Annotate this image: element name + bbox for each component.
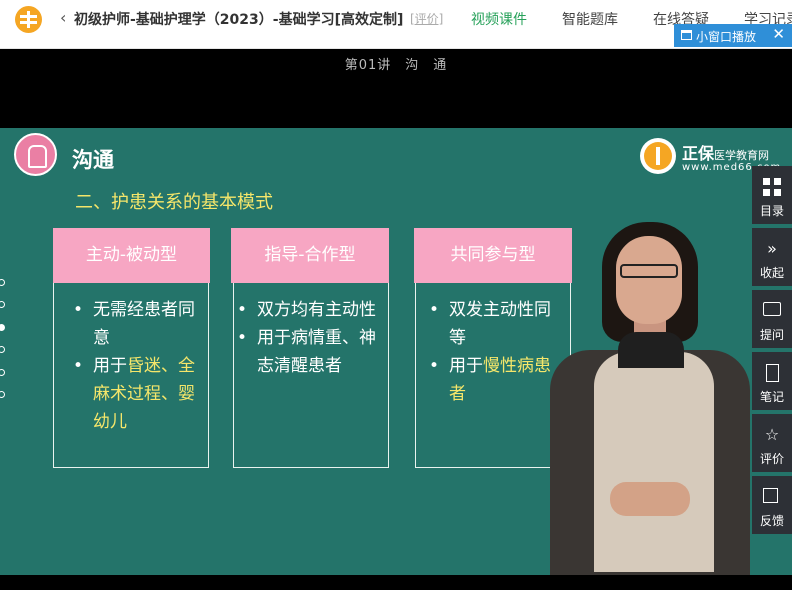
sidebar-label: 提问 (759, 328, 784, 342)
chat-icon (763, 302, 781, 316)
sidebar-feedback-button[interactable]: 反馈 (752, 476, 792, 534)
edge-tool-icon[interactable] (0, 346, 5, 353)
lecturer-glasses (620, 264, 678, 278)
bullet-item: • 无需经患者同意 (73, 300, 195, 348)
sidebar-collapse-button[interactable]: » 收起 (752, 228, 792, 286)
lecturer-face (616, 236, 682, 324)
edge-tool-icon[interactable] (0, 324, 5, 331)
sidebar-label: 收起 (759, 266, 784, 280)
rate-course-link[interactable]: [评价] (410, 10, 443, 27)
slide-subheading: 二、护患关系的基本模式 (75, 192, 273, 213)
model-card-bullets: • 双方均有主动性 • 用于病情重、神志清醒患者 (237, 296, 387, 380)
edge-tool-icon[interactable] (0, 391, 5, 398)
sidebar-label: 笔记 (759, 390, 784, 404)
sidebar-notes-button[interactable]: 笔记 (752, 352, 792, 410)
back-chevron-icon[interactable]: ‹ (60, 8, 66, 27)
model-card-bullets: • 无需经患者同意 • 用于昏迷、全麻术过程、婴幼儿 (73, 296, 201, 436)
mini-window-play-button[interactable]: 小窗口播放 ✕ (674, 24, 792, 47)
star-icon: ☆ (764, 425, 780, 444)
course-title: 初级护师-基础护理学（2023）-基础学习[高效定制] (74, 12, 404, 28)
close-icon[interactable]: ✕ (772, 25, 785, 43)
bullet-item: • 双方均有主动性 (237, 300, 376, 320)
lecturer-vest (594, 352, 714, 572)
sidebar-label: 评价 (759, 452, 784, 466)
slide-heading: 沟通 (72, 148, 114, 172)
video-slide[interactable]: 沟通 二、护患关系的基本模式 正保医学教育网 www.med66.com 主动-… (0, 128, 792, 575)
brand-logo-icon (640, 138, 676, 174)
edge-tool-icon[interactable] (0, 279, 5, 286)
sidebar-label: 反馈 (759, 514, 784, 528)
edit-icon (763, 488, 778, 503)
lecturer-collar (618, 332, 684, 368)
bullet-item: • 用于病情重、神志清醒患者 (237, 328, 376, 376)
brand-logo-icon[interactable] (15, 6, 42, 33)
bullet-item: • 用于昏迷、全麻术过程、婴幼儿 (73, 356, 195, 432)
lecturer-hands (610, 482, 690, 516)
lecture-title: 第01讲 沟 通 (344, 58, 448, 73)
sidebar-catalog-button[interactable]: 目录 (752, 166, 792, 224)
model-card-title: 指导-合作型 (231, 228, 389, 283)
brand-name: 正保医学教育网 (682, 144, 770, 163)
grid-icon (763, 178, 781, 196)
mini-window-play-label: 小窗口播放 (696, 30, 757, 44)
note-icon (766, 364, 779, 382)
sidebar-label: 目录 (759, 204, 784, 218)
window-icon (681, 30, 692, 40)
lecturer-video (510, 220, 760, 575)
sidebar-rate-button[interactable]: ☆ 评价 (752, 414, 792, 472)
tab-smart-question-bank[interactable]: 智能题库 (562, 9, 618, 29)
edge-tool-icon[interactable] (0, 369, 5, 376)
double-chevron-right-icon: » (767, 239, 777, 258)
model-card-title: 主动-被动型 (53, 228, 210, 283)
edge-tool-icon[interactable] (0, 301, 5, 308)
sidebar-ask-question-button[interactable]: 提问 (752, 290, 792, 348)
tab-video-courses[interactable]: 视频课件 (471, 9, 527, 29)
nurse-icon (14, 133, 57, 176)
